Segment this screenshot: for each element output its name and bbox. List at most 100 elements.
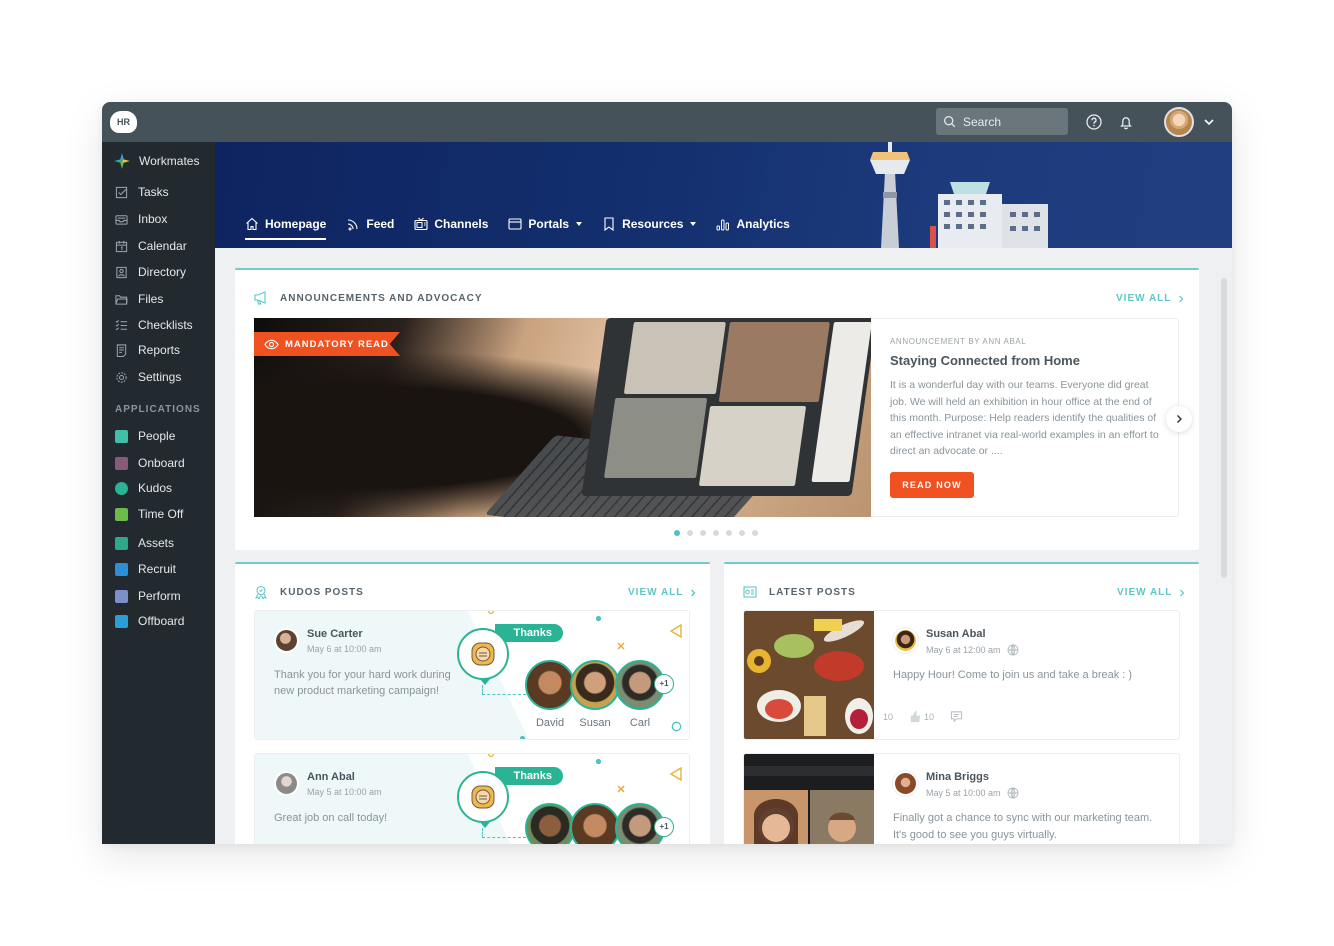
announcement-hero-image[interactable]: MANDATORY READ — [254, 318, 871, 517]
comment-button[interactable] — [950, 710, 965, 723]
offboard-app-icon — [115, 614, 128, 628]
sidebar-item-directory[interactable]: Directory — [102, 261, 215, 283]
latest-post[interactable]: Susan Abal May 6 at 12:00 am Happy Hour!… — [743, 610, 1180, 740]
latest-posts-view-all-link[interactable]: VIEW ALL — [1117, 587, 1186, 598]
banner-building-illustration — [930, 182, 1048, 248]
recipient-avatar[interactable] — [525, 803, 575, 844]
post-text: Thank you for your hard work during new … — [274, 669, 451, 697]
author-avatar[interactable] — [893, 628, 918, 653]
author-avatar[interactable] — [274, 771, 299, 796]
recipient-avatar[interactable] — [570, 660, 620, 710]
sidebar-brand-workmates[interactable]: Workmates — [102, 150, 215, 172]
carousel-next-button[interactable] — [1166, 406, 1192, 432]
read-now-button[interactable]: READ NOW — [890, 472, 974, 498]
sidebar-app-onboard[interactable]: Onboard — [102, 452, 215, 474]
like-count: 10 — [924, 711, 935, 722]
header-banner: Homepage Feed Channels Portals Resources — [215, 142, 1232, 248]
recipient-avatar[interactable] — [525, 660, 575, 710]
post-date: May 5 at 10:00 am — [307, 787, 382, 797]
recipient-avatar[interactable] — [570, 803, 620, 844]
announcements-title: ANNOUNCEMENTS AND ADVOCACY — [280, 292, 483, 304]
tab-channels[interactable]: Channels — [414, 214, 488, 234]
author-avatar[interactable] — [274, 628, 299, 653]
assets-app-icon — [115, 536, 128, 550]
tab-resources[interactable]: Resources — [602, 214, 697, 234]
sidebar-app-perform[interactable]: Perform — [102, 585, 215, 607]
inbox-icon — [115, 214, 128, 225]
kudos-connector — [482, 685, 526, 695]
sidebar-item-tasks[interactable]: Tasks — [102, 181, 215, 203]
sidebar-app-assets[interactable]: Assets — [102, 532, 215, 554]
author-avatar[interactable] — [893, 771, 918, 796]
view-all-label: VIEW ALL — [1116, 293, 1172, 304]
kudos-badge-label: Thanks — [495, 767, 563, 785]
tab-homepage[interactable]: Homepage — [245, 214, 327, 240]
food-platter-image[interactable] — [744, 611, 874, 740]
browser-window-icon — [508, 218, 522, 230]
tab-analytics[interactable]: Analytics — [716, 214, 790, 234]
like-button[interactable]: 10 — [909, 710, 934, 723]
carousel-dot[interactable] — [687, 530, 693, 536]
kudos-view-all-link[interactable]: VIEW ALL — [628, 587, 697, 598]
search-input[interactable]: Search — [936, 108, 1068, 135]
carousel-dot[interactable] — [726, 530, 732, 536]
sidebar-item-calendar[interactable]: Calendar — [102, 235, 215, 257]
sidebar-item-checklists[interactable]: Checklists — [102, 314, 215, 336]
user-avatar[interactable] — [1164, 107, 1194, 137]
sidebar: Workmates Tasks Inbox Calendar Directory… — [102, 142, 215, 844]
tab-portals[interactable]: Portals — [508, 214, 583, 234]
kudos-badge-label: Thanks — [495, 624, 563, 642]
carousel-dot[interactable] — [713, 530, 719, 536]
post-meta: May 5 at 10:00 am — [926, 787, 1019, 799]
kudos-badge — [457, 628, 509, 685]
sidebar-item-label: Files — [138, 292, 164, 306]
app-window: HR Search Workmates Tasks Inbox Calendar… — [102, 102, 1232, 844]
confetti-ring-icon — [671, 721, 682, 732]
more-recipients-badge[interactable]: +1 — [654, 817, 674, 837]
vertical-scrollbar[interactable] — [1221, 278, 1227, 578]
author-name[interactable]: Susan Abal — [926, 628, 986, 640]
hr-logo[interactable]: HR — [110, 107, 137, 133]
sidebar-app-recruit[interactable]: Recruit — [102, 558, 215, 580]
kudos-post[interactable]: Sue Carter May 6 at 10:00 am Thank you f… — [254, 610, 690, 740]
author-name[interactable]: Ann Abal — [307, 771, 355, 783]
carousel-dots — [674, 530, 765, 536]
sidebar-app-offboard[interactable]: Offboard — [102, 610, 215, 632]
recruit-app-icon — [115, 562, 128, 576]
sidebar-item-files[interactable]: Files — [102, 288, 215, 310]
sidebar-item-settings[interactable]: Settings — [102, 366, 215, 388]
chevron-down-icon[interactable] — [1202, 115, 1216, 129]
sidebar-item-inbox[interactable]: Inbox — [102, 208, 215, 230]
carousel-dot[interactable] — [739, 530, 745, 536]
laptop-screen-illustration — [581, 318, 871, 496]
applications-heading: APPLICATIONS — [115, 404, 201, 415]
sidebar-app-timeoff[interactable]: Time Off — [102, 503, 215, 525]
more-recipients-badge[interactable]: +1 — [654, 674, 674, 694]
kudos-post[interactable]: Ann Abal May 5 at 10:00 am Great job on … — [254, 753, 690, 844]
video-call-image[interactable] — [744, 754, 874, 844]
reaction-count[interactable]: 10 — [883, 712, 893, 722]
post-date: May 6 at 10:00 am — [307, 644, 382, 654]
announcement-headline[interactable]: Staying Connected from Home — [890, 353, 1080, 368]
sidebar-item-reports[interactable]: Reports — [102, 339, 215, 361]
gear-icon — [116, 371, 127, 383]
author-name[interactable]: Mina Briggs — [926, 771, 989, 783]
tab-feed[interactable]: Feed — [346, 214, 394, 234]
bell-icon[interactable] — [1117, 113, 1135, 131]
confetti-dot-icon — [595, 615, 602, 622]
announcements-view-all-link[interactable]: VIEW ALL — [1116, 293, 1185, 304]
sidebar-app-people[interactable]: People — [102, 425, 215, 447]
author-name[interactable]: Sue Carter — [307, 628, 363, 640]
carousel-dot[interactable] — [700, 530, 706, 536]
help-icon[interactable] — [1085, 113, 1103, 131]
sidebar-app-kudos[interactable]: Kudos — [102, 477, 215, 499]
announcements-header: ANNOUNCEMENTS AND ADVOCACY — [254, 291, 482, 305]
tab-label: Portals — [528, 217, 570, 231]
carousel-dot[interactable] — [752, 530, 758, 536]
confetti-x-icon — [617, 785, 625, 793]
onboard-app-icon — [115, 456, 128, 470]
carousel-dot[interactable] — [674, 530, 680, 536]
kudos-title: KUDOS POSTS — [280, 586, 364, 598]
latest-post[interactable]: Mina Briggs May 5 at 10:00 am Finally go… — [743, 753, 1180, 844]
tv-icon — [414, 217, 428, 231]
